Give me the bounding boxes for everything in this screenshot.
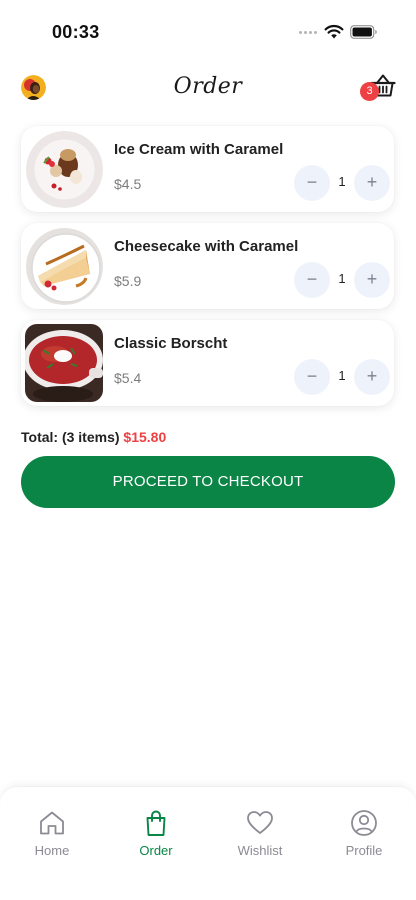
proceed-to-checkout-button[interactable]: PROCEED TO CHECKOUT [21,456,395,508]
increase-quantity-button[interactable]: + [354,165,390,201]
status-bar: 00:33 [0,0,416,60]
cart-item[interactable]: Cheesecake with Caramel $5.9 − 1 + [21,223,394,309]
item-name: Ice Cream with Caramel [114,141,284,158]
item-image-cheesecake [26,228,103,305]
item-image-borscht [25,324,103,402]
cart-item[interactable]: Ice Cream with Caramel $4.5 − 1 + [21,126,394,212]
item-price: $5.9 [114,273,142,289]
increase-quantity-button[interactable]: + [354,359,390,395]
status-time: 00:33 [52,22,100,42]
nav-item-order[interactable]: Order [104,787,208,869]
total-label: Total: (3 items) [21,429,120,445]
nav-label: Profile [345,843,383,858]
cart-button[interactable]: 3 [360,72,398,104]
nav-item-home[interactable]: Home [0,787,104,869]
nav-item-profile[interactable]: Profile [312,787,416,869]
nav-item-wishlist[interactable]: Wishlist [208,787,312,869]
total-amount: $15.80 [123,429,167,445]
quantity-stepper: − 1 + [294,359,390,395]
battery-icon [350,25,377,39]
cart-count-badge: 3 [360,82,379,101]
nav-label: Wishlist [237,843,283,858]
item-price: $5.4 [114,370,142,386]
quantity-stepper: − 1 + [294,165,390,201]
header: Order 3 [0,64,416,114]
nav-label: Order [139,843,173,858]
quantity-value: 1 [338,174,346,189]
item-image-ice-cream [26,131,103,208]
decrease-quantity-button[interactable]: − [294,165,330,201]
heart-icon [247,811,273,834]
bottom-nav: Home Order Wishlist Profile [0,786,416,868]
quantity-stepper: − 1 + [294,262,390,298]
quantity-value: 1 [338,368,346,383]
nav-label: Home [34,843,70,858]
quantity-value: 1 [338,271,346,286]
item-name: Classic Borscht [114,335,228,352]
home-indicator-area [0,868,416,900]
profile-icon [351,810,377,836]
item-name: Cheesecake with Caramel [114,238,299,255]
home-icon [40,811,64,835]
cart-list: Ice Cream with Caramel $4.5 − 1 + Cheese… [21,126,394,417]
increase-quantity-button[interactable]: + [354,262,390,298]
decrease-quantity-button[interactable]: − [294,359,330,395]
wifi-icon [324,24,344,39]
cart-item[interactable]: Classic Borscht $5.4 − 1 + [21,320,394,406]
signal-dots-icon [299,31,319,37]
order-total: Total: (3 items) $15.80 [21,429,166,445]
item-price: $4.5 [114,176,142,192]
decrease-quantity-button[interactable]: − [294,262,330,298]
shopping-bag-icon [146,810,166,836]
page-title: Order [173,74,243,99]
